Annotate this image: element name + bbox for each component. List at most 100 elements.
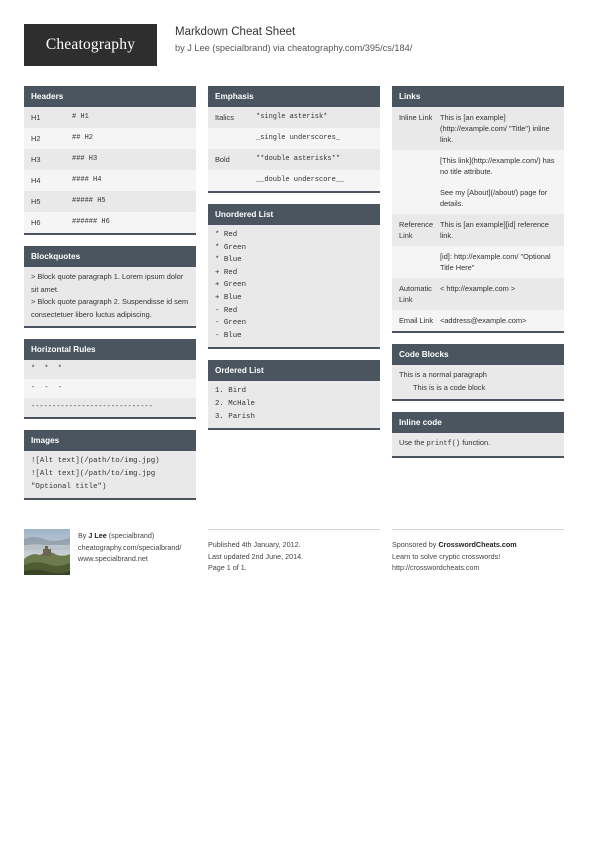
page-title: Markdown Cheat Sheet	[175, 26, 296, 38]
inline-code-line: Use the printf() function.	[399, 437, 557, 451]
cell-key: Inline Link	[399, 113, 433, 122]
sponsor-prefix: Sponsored by	[392, 540, 439, 550]
cell-key: Email Link	[399, 316, 434, 325]
block-title-horizontal-rules: Horizontal Rules	[24, 339, 196, 361]
author-profile-url[interactable]: cheatography.com/specialbrand/	[78, 542, 181, 554]
cell-key: Italics	[215, 113, 234, 122]
table-row: H3 ### H3	[24, 149, 196, 170]
author-handle: (specialbrand)	[106, 531, 155, 541]
list-item: * Red	[215, 231, 238, 239]
blockquote-line: > Block quote paragraph 1. Lorem ipsum d…	[31, 272, 184, 294]
author-site-url[interactable]: www.specialbrand.net	[78, 553, 181, 565]
footer-author: By J Lee (specialbrand) cheatography.com…	[24, 529, 196, 576]
block-unordered-list: Unordered List * Red * Green * Blue + Re…	[208, 204, 380, 350]
block-title-code-blocks: Code Blocks	[392, 344, 564, 365]
sponsor-name[interactable]: CrosswordCheats.com	[438, 540, 516, 549]
author-lines: By J Lee (specialbrand) cheatography.com…	[78, 529, 181, 575]
list-item: * Green	[215, 243, 247, 252]
cell-key	[208, 128, 254, 149]
block-blockquotes: Blockquotes > Block quote paragraph 1. L…	[24, 246, 196, 329]
image-line: ![Alt text](/path/to/img.jpg)	[31, 457, 160, 466]
headers-rows: H1 # H1 H2 ## H2 H3 ### H3 H4 #### H4 H5…	[24, 107, 196, 233]
sponsor-line: Sponsored by CrosswordCheats.com	[392, 539, 564, 551]
sponsor-tagline: Learn to solve cryptic crosswords!	[392, 551, 501, 561]
table-row: H6 ###### H6	[24, 212, 196, 233]
inline-code-prefix: Use the	[399, 438, 427, 448]
logo-text: Cheatography	[45, 36, 136, 53]
table-row: H4 #### H4	[24, 170, 196, 191]
unordered-list-body: * Red * Green * Blue + Red + Green + Blu…	[208, 225, 380, 348]
column-middle: Emphasis Italics *single asterisk* _sing…	[208, 86, 380, 441]
cell-key: H4	[31, 176, 41, 185]
emphasis-rows: Italics *single asterisk* _single unders…	[208, 107, 380, 191]
inline-code-body: Use the printf() function.	[392, 433, 564, 456]
table-row: H5 ##### H5	[24, 191, 196, 212]
block-horizontal-rules: Horizontal Rules * * * - - - -----------…	[24, 339, 196, 420]
masthead: Cheatography Markdown Cheat Sheet by J L…	[24, 24, 576, 72]
links-rows: Inline Link This is [an example](http://…	[392, 107, 564, 331]
author-name: J Lee	[88, 531, 107, 541]
cheatography-logo[interactable]: Cheatography	[24, 24, 157, 66]
list-item: - Blue	[215, 331, 242, 340]
block-title-headers: Headers	[24, 86, 196, 107]
author-name-line: By J Lee (specialbrand)	[78, 530, 181, 542]
block-inline-code: Inline code Use the printf() function.	[392, 412, 564, 458]
list-item: 1. Bird	[215, 387, 247, 396]
cell-value: -----------------------------	[31, 403, 153, 412]
table-row: * * *	[24, 360, 196, 380]
cell-key	[392, 182, 438, 214]
cell-key: H3	[31, 155, 41, 164]
cell-value: __double underscore__	[256, 176, 345, 184]
cell-value: *single asterisk*	[256, 113, 328, 121]
cell-value: - - -	[31, 384, 65, 393]
cell-key: H2	[31, 134, 41, 143]
cell-value: _single underscores_	[256, 134, 341, 142]
code-line: This is a normal paragraph	[399, 370, 487, 379]
list-item: + Green	[215, 281, 247, 290]
images-body: ![Alt text](/path/to/img.jpg) ![Alt text…	[24, 451, 196, 499]
column-left: Headers H1 # H1 H2 ## H2 H3 ### H3 H4 ##…	[24, 86, 196, 511]
table-row: Email Link <address@example.com>	[392, 310, 564, 331]
cell-key	[392, 246, 438, 278]
footer: By J Lee (specialbrand) cheatography.com…	[24, 519, 576, 576]
ordered-list-body: 1. Bird 2. McHale 3. Parish	[208, 381, 380, 429]
avatar	[24, 529, 70, 576]
code-line: This is is a code block	[413, 382, 486, 392]
title-group: Markdown Cheat Sheet by J Lee (specialbr…	[175, 24, 412, 55]
table-row: [id]: http://example.com/ "Optional Titl…	[392, 246, 564, 278]
table-row: Automatic Link < http://example.com >	[392, 278, 564, 310]
inline-code-suffix: function.	[460, 438, 491, 448]
cell-key: H5	[31, 197, 41, 206]
updated-date: Last updated 2nd June, 2014.	[208, 551, 304, 561]
cell-value: * * *	[31, 365, 65, 374]
cell-value: This is [an example][id] reference link.	[440, 220, 549, 240]
list-item: * Blue	[215, 256, 242, 265]
list-item: 2. McHale	[215, 399, 255, 408]
cell-value: < http://example.com >	[440, 284, 516, 293]
table-row: H1 # H1	[24, 107, 196, 128]
block-ordered-list: Ordered List 1. Bird 2. McHale 3. Parish	[208, 360, 380, 431]
cell-value: See my [About](/about/) page for details…	[440, 188, 548, 208]
block-headers: Headers H1 # H1 H2 ## H2 H3 ### H3 H4 ##…	[24, 86, 196, 235]
author-by-label: By	[78, 531, 89, 541]
list-item: - Green	[215, 319, 247, 328]
cell-key: H1	[31, 113, 41, 122]
cell-value: [id]: http://example.com/ "Optional Titl…	[440, 252, 551, 272]
blockquotes-body: > Block quote paragraph 1. Lorem ipsum d…	[24, 267, 196, 327]
cheat-sheet-page: Cheatography Markdown Cheat Sheet by J L…	[0, 0, 600, 849]
cell-value: # H1	[72, 113, 89, 121]
list-item: - Red	[215, 306, 238, 315]
block-title-images: Images	[24, 430, 196, 452]
block-links: Links Inline Link This is [an example](h…	[392, 86, 564, 333]
sponsor-url[interactable]: http://crosswordcheats.com	[392, 562, 564, 574]
table-row: [This link](http://example.com/) has no …	[392, 150, 564, 182]
list-item: + Blue	[215, 293, 242, 302]
block-title-links: Links	[392, 86, 564, 107]
horizontal-rules-rows: * * * - - - ----------------------------…	[24, 360, 196, 418]
table-row: __double underscore__	[208, 170, 380, 191]
cell-key: Bold	[215, 155, 230, 164]
avatar-landscape-image	[24, 529, 70, 576]
page-count: Page 1 of 1.	[208, 563, 247, 573]
block-code-blocks: Code Blocks This is a normal paragraph T…	[392, 344, 564, 402]
table-row: Inline Link This is [an example](http://…	[392, 107, 564, 150]
